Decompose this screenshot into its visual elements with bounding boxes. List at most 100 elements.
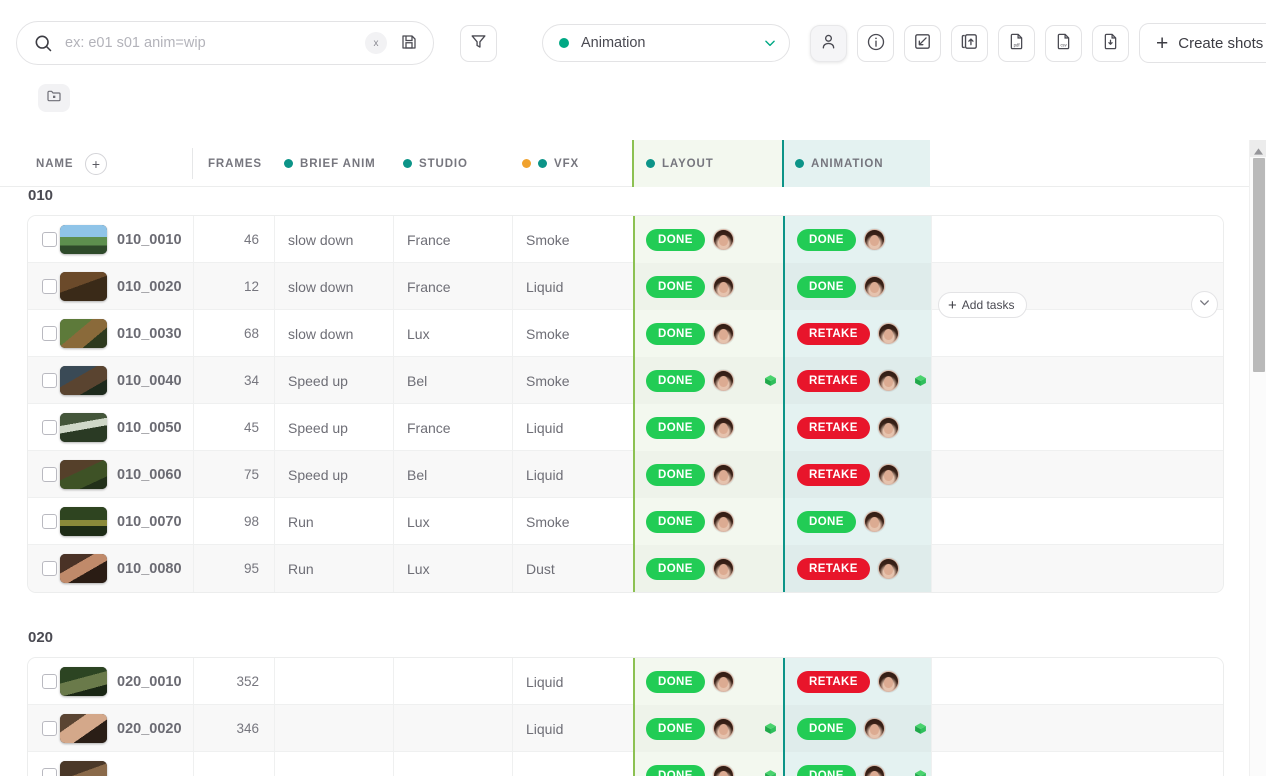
avatar[interactable] <box>713 464 734 485</box>
avatar[interactable] <box>878 323 899 344</box>
animation-asset-cube-icon[interactable] <box>914 769 927 776</box>
animation-status-badge[interactable]: RETAKE <box>797 417 870 439</box>
department-select[interactable]: Animation <box>542 24 790 62</box>
layout-asset-cube-icon[interactable] <box>764 722 777 735</box>
avatar[interactable] <box>864 229 885 250</box>
shot-thumbnail[interactable] <box>60 714 107 743</box>
row-checkbox[interactable] <box>42 561 57 576</box>
row-checkbox[interactable] <box>42 467 57 482</box>
layout-status-badge[interactable]: DONE <box>646 511 705 533</box>
table-row[interactable]: 010_008095RunLuxDustDONERETAKE <box>28 545 1223 592</box>
shot-thumbnail[interactable] <box>60 366 107 395</box>
layout-status-badge[interactable]: DONE <box>646 558 705 580</box>
avatar[interactable] <box>864 511 885 532</box>
row-checkbox[interactable] <box>42 373 57 388</box>
scrollbar-thumb[interactable] <box>1253 158 1265 372</box>
user-button[interactable] <box>810 25 847 62</box>
avatar[interactable] <box>864 765 885 776</box>
animation-status-badge[interactable]: RETAKE <box>797 323 870 345</box>
shot-thumbnail[interactable] <box>60 272 107 301</box>
column-header-brief-anim[interactable]: BRIEF ANIM <box>284 140 376 187</box>
search-input[interactable] <box>53 35 365 51</box>
animation-status-badge[interactable]: RETAKE <box>797 671 870 693</box>
table-row[interactable]: 010_006075Speed upBelLiquidDONERETAKE <box>28 451 1223 498</box>
row-checkbox[interactable] <box>42 232 57 247</box>
row-checkbox[interactable] <box>42 674 57 689</box>
animation-status-badge[interactable]: DONE <box>797 276 856 298</box>
avatar[interactable] <box>713 417 734 438</box>
table-row[interactable]: 010_004034Speed upBelSmokeDONERETAKE <box>28 357 1223 404</box>
layout-status-badge[interactable]: DONE <box>646 229 705 251</box>
add-tasks-button[interactable]: + Add tasks <box>938 292 1027 318</box>
row-checkbox[interactable] <box>42 514 57 529</box>
download-button[interactable] <box>1092 25 1129 62</box>
column-header-animation[interactable]: ANIMATION <box>795 140 883 187</box>
column-header-studio[interactable]: STUDIO <box>403 140 468 187</box>
avatar[interactable] <box>713 229 734 250</box>
avatar[interactable] <box>713 718 734 739</box>
shot-thumbnail[interactable] <box>60 761 107 776</box>
table-row[interactable]: 010_003068slow downLuxSmokeDONERETAKE <box>28 310 1223 357</box>
avatar[interactable] <box>878 464 899 485</box>
avatar[interactable] <box>878 558 899 579</box>
shot-thumbnail[interactable] <box>60 319 107 348</box>
layout-status-badge[interactable]: DONE <box>646 718 705 740</box>
table-row[interactable]: 010_007098RunLuxSmokeDONEDONE <box>28 498 1223 545</box>
layout-status-badge[interactable]: DONE <box>646 765 705 776</box>
save-query-button[interactable] <box>395 29 423 57</box>
column-header-layout[interactable]: LAYOUT <box>646 140 714 187</box>
table-row[interactable]: 020_0010352LiquidDONERETAKE <box>28 658 1223 705</box>
column-header-vfx[interactable]: VFX <box>522 140 579 187</box>
layout-asset-cube-icon[interactable] <box>764 769 777 776</box>
shot-thumbnail[interactable] <box>60 460 107 489</box>
expand-button[interactable] <box>904 25 941 62</box>
layout-status-badge[interactable]: DONE <box>646 417 705 439</box>
avatar[interactable] <box>713 671 734 692</box>
table-row[interactable]: 020_0020346LiquidDONEDONE <box>28 705 1223 752</box>
avatar[interactable] <box>713 323 734 344</box>
avatar[interactable] <box>878 417 899 438</box>
table-row[interactable]: DONE DONE <box>28 752 1223 776</box>
avatar[interactable] <box>864 718 885 739</box>
animation-status-badge[interactable]: DONE <box>797 511 856 533</box>
table-row[interactable]: 010_001046slow downFranceSmokeDONEDONE <box>28 216 1223 263</box>
duplicate-upload-button[interactable] <box>951 25 988 62</box>
folder-button[interactable] <box>38 84 70 112</box>
layout-status-badge[interactable]: DONE <box>646 671 705 693</box>
animation-status-badge[interactable]: DONE <box>797 765 856 776</box>
animation-status-badge[interactable]: RETAKE <box>797 370 870 392</box>
animation-status-badge[interactable]: RETAKE <box>797 464 870 486</box>
avatar[interactable] <box>713 276 734 297</box>
shot-thumbnail[interactable] <box>60 667 107 696</box>
create-shots-button[interactable]: + Create shots <box>1139 23 1266 63</box>
add-column-button[interactable]: + <box>85 153 107 175</box>
vertical-scrollbar[interactable] <box>1249 140 1266 776</box>
layout-status-badge[interactable]: DONE <box>646 323 705 345</box>
shot-thumbnail[interactable] <box>60 413 107 442</box>
layout-status-badge[interactable]: DONE <box>646 276 705 298</box>
layout-asset-cube-icon[interactable] <box>764 374 777 387</box>
avatar[interactable] <box>864 276 885 297</box>
avatar[interactable] <box>878 671 899 692</box>
scroll-up-arrow-icon[interactable] <box>1250 144 1266 158</box>
animation-status-badge[interactable]: RETAKE <box>797 558 870 580</box>
table-row[interactable]: 010_002012slow downFranceLiquidDONEDONE <box>28 263 1223 310</box>
row-checkbox[interactable] <box>42 768 57 776</box>
row-checkbox[interactable] <box>42 326 57 341</box>
shot-thumbnail[interactable] <box>60 554 107 583</box>
filter-button[interactable] <box>460 25 497 62</box>
row-checkbox[interactable] <box>42 279 57 294</box>
column-header-name[interactable]: NAME + <box>36 140 107 187</box>
row-checkbox[interactable] <box>42 420 57 435</box>
avatar[interactable] <box>713 558 734 579</box>
animation-asset-cube-icon[interactable] <box>914 722 927 735</box>
shot-thumbnail[interactable] <box>60 507 107 536</box>
avatar[interactable] <box>878 370 899 391</box>
layout-status-badge[interactable]: DONE <box>646 370 705 392</box>
animation-status-badge[interactable]: DONE <box>797 229 856 251</box>
animation-asset-cube-icon[interactable] <box>914 374 927 387</box>
export-csv-button[interactable]: csv <box>1045 25 1082 62</box>
collapse-columns-button[interactable] <box>1191 291 1218 318</box>
table-row[interactable]: 010_005045Speed upFranceLiquidDONERETAKE <box>28 404 1223 451</box>
column-header-frames[interactable]: FRAMES <box>208 140 262 187</box>
